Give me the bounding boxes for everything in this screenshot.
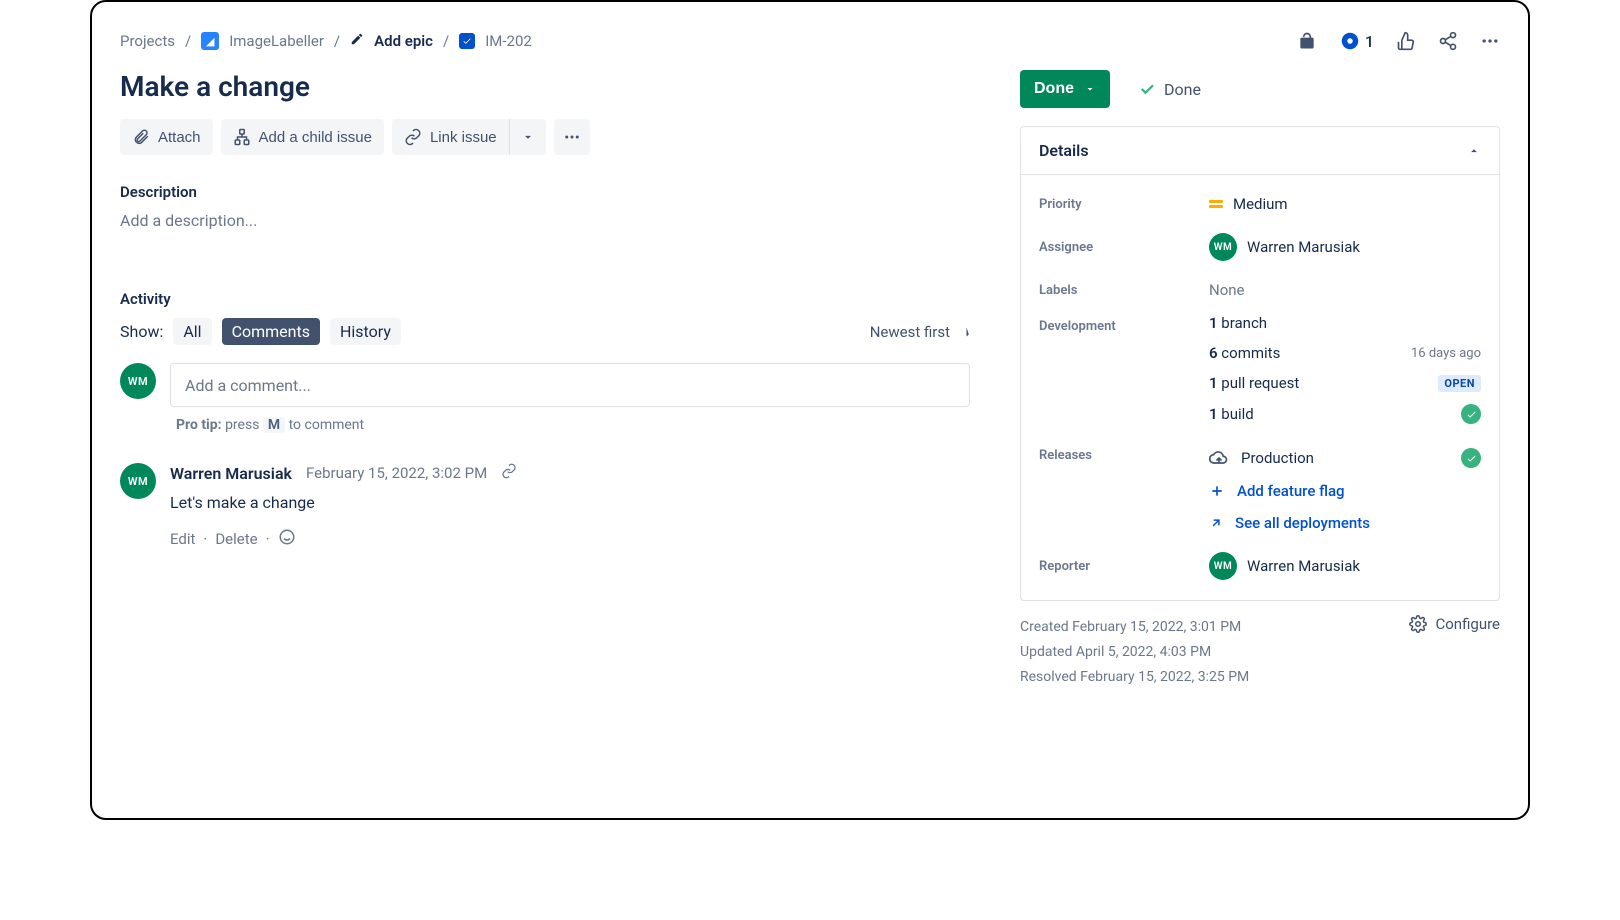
assignee-avatar: WM <box>1209 233 1237 261</box>
assignee-label: Assignee <box>1039 240 1209 255</box>
assignee-value[interactable]: Warren Marusiak <box>1247 238 1360 256</box>
breadcrumb-projects[interactable]: Projects <box>120 32 175 50</box>
resolved-timestamp: Resolved February 15, 2022, 3:25 PM <box>1020 665 1249 690</box>
tab-all[interactable]: All <box>173 318 211 345</box>
show-label: Show: <box>120 322 163 341</box>
chevron-up-icon <box>1467 144 1481 158</box>
labels-label: Labels <box>1039 283 1209 298</box>
cloud-up-icon <box>1209 448 1229 468</box>
activity-label: Activity <box>120 290 970 308</box>
priority-medium-icon <box>1209 200 1223 208</box>
attach-button[interactable]: Attach <box>120 119 213 155</box>
priority-value[interactable]: Medium <box>1233 195 1288 213</box>
release-env[interactable]: Production <box>1241 449 1314 467</box>
lock-icon[interactable] <box>1297 31 1317 51</box>
comment-text: Let's make a change <box>170 493 517 512</box>
sort-toggle[interactable]: Newest first <box>870 323 970 341</box>
comment-pro-tip: Pro tip: press M to comment <box>176 417 970 433</box>
labels-value[interactable]: None <box>1209 281 1245 299</box>
reporter-avatar: WM <box>1209 552 1237 580</box>
project-avatar-icon: ◢ <box>201 32 219 50</box>
comment-input[interactable]: Add a comment... <box>170 363 970 407</box>
releases-label: Releases <box>1039 448 1209 463</box>
release-success-icon <box>1461 448 1481 468</box>
breadcrumb-add-epic[interactable]: Add epic <box>374 32 433 50</box>
permalink-icon[interactable] <box>501 463 517 483</box>
link-issue-dropdown[interactable] <box>510 119 546 155</box>
comment-delete[interactable]: Delete <box>215 530 257 548</box>
tab-history[interactable]: History <box>330 318 401 345</box>
gear-icon <box>1409 615 1427 633</box>
arrow-up-right-icon <box>1209 516 1223 530</box>
configure-button[interactable]: Configure <box>1409 615 1500 633</box>
status-label: Done <box>1164 80 1201 99</box>
details-panel-header[interactable]: Details <box>1021 127 1499 175</box>
see-all-deployments[interactable]: See all deployments <box>1209 514 1481 532</box>
add-child-issue-button[interactable]: Add a child issue <box>221 119 384 155</box>
add-reaction-icon[interactable] <box>278 528 296 550</box>
plus-icon <box>1209 483 1225 499</box>
dev-pullrequest[interactable]: 1 pull request OPEN <box>1209 374 1481 392</box>
status-button[interactable]: Done <box>1020 70 1110 108</box>
pencil-icon <box>350 32 364 50</box>
more-actions-button[interactable] <box>554 119 590 155</box>
comment-timestamp: February 15, 2022, 3:02 PM <box>306 464 487 482</box>
dev-branch[interactable]: 1 branch <box>1209 314 1481 332</box>
updated-timestamp: Updated April 5, 2022, 4:03 PM <box>1020 640 1249 665</box>
pr-open-badge: OPEN <box>1438 375 1481 392</box>
add-feature-flag[interactable]: Add feature flag <box>1209 482 1481 500</box>
breadcrumb: Projects / ◢ ImageLabeller / Add epic / … <box>120 32 532 50</box>
more-icon[interactable] <box>1480 31 1500 51</box>
current-user-avatar: WM <box>120 363 156 399</box>
description-label: Description <box>120 183 970 201</box>
reporter-value[interactable]: Warren Marusiak <box>1247 557 1360 575</box>
thumbs-up-icon[interactable] <box>1396 31 1416 51</box>
checkbox-icon <box>459 33 475 49</box>
issue-title[interactable]: Make a change <box>120 70 970 103</box>
reporter-label: Reporter <box>1039 559 1209 574</box>
share-icon[interactable] <box>1438 31 1458 51</box>
dev-build[interactable]: 1 build <box>1209 404 1481 424</box>
breadcrumb-project[interactable]: ImageLabeller <box>229 32 324 50</box>
watch-count-value: 1 <box>1365 32 1374 51</box>
created-timestamp: Created February 15, 2022, 3:01 PM <box>1020 615 1249 640</box>
build-success-icon <box>1461 404 1481 424</box>
link-issue-button[interactable]: Link issue <box>392 119 510 155</box>
priority-label: Priority <box>1039 197 1209 212</box>
comment-edit[interactable]: Edit <box>170 530 195 548</box>
watch-count[interactable]: 1 <box>1339 30 1374 52</box>
description-input[interactable]: Add a description... <box>120 211 970 230</box>
development-label: Development <box>1039 319 1209 334</box>
comment-author-avatar: WM <box>120 463 156 499</box>
breadcrumb-issue-key[interactable]: IM-202 <box>485 32 532 50</box>
comment-author[interactable]: Warren Marusiak <box>170 464 292 483</box>
tab-comments[interactable]: Comments <box>222 318 320 345</box>
dev-commits[interactable]: 6 commits 16 days ago <box>1209 344 1481 362</box>
